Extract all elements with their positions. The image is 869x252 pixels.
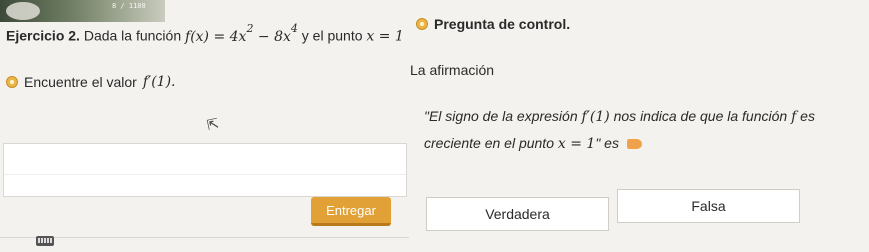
submit-button[interactable]: Entregar [311,197,391,226]
exponent-1: 2 [246,22,254,35]
function-mid: − 8x [253,28,291,45]
exercise-page: 8 / 1108 Ejercicio 2. Dada la función f(… [0,0,869,252]
statement-f: f [791,109,797,125]
statement-line-1: "El signo de la expresión f′(1) nos indi… [424,103,815,130]
bottom-panel [0,237,409,252]
false-option-label: Falsa [691,198,726,214]
true-option-label: Verdadera [485,206,550,222]
answer-input[interactable] [3,143,407,197]
pointer-icon [626,139,642,150]
statement-tail-1: nos indica de que la función [613,108,788,124]
control-label: Pregunta de control. [434,16,571,32]
function-formula: f(x) = 4x2 − 8x4 [185,22,298,45]
affirmation-statement: "El signo de la expresión f′(1) nos indi… [424,103,815,157]
exponent-2: 4 [290,22,298,35]
control-question: Pregunta de control. [416,16,570,32]
exercise-connector: y el punto [301,27,363,44]
task-prompt: Encuentre el valor f′(1). [6,74,176,90]
statement-end-2: " es [595,135,619,151]
cursor-icon: ⇱ [205,114,221,134]
thumbnail-shape [6,2,40,20]
coin-icon [416,18,428,30]
keyboard-icon[interactable] [36,236,54,246]
header-thumbnail: 8 / 1108 [0,0,165,22]
task-expression: f′(1). [142,74,176,90]
coin-icon [6,76,18,88]
point-value: x = 1 [366,28,404,45]
statement-expr-2: x = 1 [557,136,596,152]
affirmation-label: La afirmación [410,62,495,78]
statement-expr-1: f′(1) [581,109,610,125]
thumbnail-text: 8 / 1108 [112,2,146,10]
task-prefix: Encuentre el valor [24,74,137,90]
exercise-statement: Ejercicio 2. Dada la función f(x) = 4x2 … [6,22,404,45]
statement-line-2: creciente en el punto x = 1" es [424,130,815,157]
false-option-button[interactable]: Falsa [617,189,800,223]
statement-text-2: creciente en el punto [424,135,554,151]
statement-text-1: "El signo de la expresión [424,108,578,124]
statement-end-1: es [800,108,815,124]
exercise-prefix: Dada la función [83,27,182,44]
true-option-button[interactable]: Verdadera [426,197,609,231]
exercise-title: Ejercicio 2. [6,27,80,44]
function-lhs: f(x) = 4x [185,28,247,45]
